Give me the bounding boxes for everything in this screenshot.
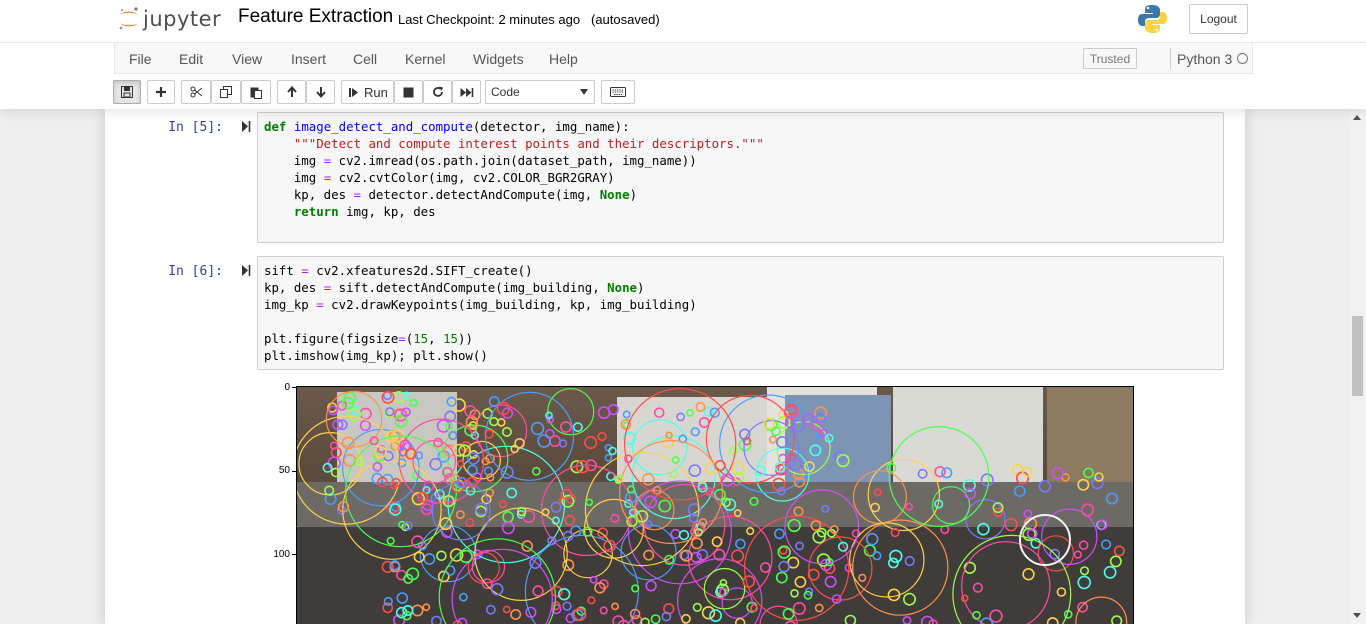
code-line: kp, des = sift.detectAndCompute(img_buil… — [264, 280, 645, 295]
menubar: File Edit View Insert Cell Kernel Widget… — [114, 43, 1253, 74]
code-line: plt.figure(figsize=(15, 15)) — [264, 331, 473, 346]
copy-icon — [220, 86, 232, 98]
menu-file[interactable]: File — [129, 51, 152, 67]
code-text: sift = cv2.xfeatures2d.SIFT_create() kp, … — [264, 262, 697, 364]
kernel-name: Python 3 — [1170, 48, 1232, 69]
notebook-container: In [5]: def image_detect_and_compute(det… — [105, 109, 1245, 624]
save-icon — [121, 86, 133, 98]
logo-text: jupyter — [143, 7, 222, 31]
move-up-button[interactable] — [277, 80, 306, 104]
run-label: Run — [364, 84, 388, 100]
plus-icon — [156, 87, 166, 97]
keypoints-image — [296, 386, 1134, 624]
restart-run-all-button[interactable] — [452, 80, 481, 104]
code-line: sift = cv2.xfeatures2d.SIFT_create() — [264, 263, 533, 278]
save-button[interactable] — [113, 80, 141, 104]
code-line: img = cv2.cvtColor(img, cv2.COLOR_BGR2GR… — [264, 170, 615, 185]
notebook-header: jupyter Feature Extraction Last Checkpoi… — [0, 0, 1366, 109]
cut-icon — [190, 86, 202, 98]
menu-edit[interactable]: Edit — [179, 51, 203, 67]
keyboard-icon — [610, 87, 626, 97]
command-palette-button[interactable] — [601, 80, 635, 104]
restart-icon — [432, 86, 443, 97]
checkpoint-status: Last Checkpoint: 2 minutes ago — [398, 12, 581, 27]
header-bar: jupyter Feature Extraction Last Checkpoi… — [0, 0, 1366, 43]
input-prompt: In [5]: — [168, 120, 223, 135]
jupyter-logo[interactable]: jupyter — [117, 5, 221, 33]
page-scrollbar[interactable] — [1349, 109, 1366, 624]
y-tick-label: 50 — [278, 465, 290, 476]
trusted-indicator[interactable]: Trusted — [1083, 48, 1137, 69]
input-prompt: In [6]: — [168, 264, 223, 279]
interrupt-button[interactable] — [394, 80, 423, 104]
code-line: """Detect and compute interest points an… — [293, 136, 764, 151]
paste-button[interactable] — [241, 80, 271, 104]
autosave-status: (autosaved) — [591, 12, 660, 27]
scroll-thumb[interactable] — [1352, 316, 1363, 396]
run-button[interactable]: Run — [341, 80, 394, 104]
menu-insert[interactable]: Insert — [291, 51, 326, 67]
stop-icon — [403, 87, 414, 97]
code-input[interactable]: sift = cv2.xfeatures2d.SIFT_create() kp, … — [257, 256, 1224, 370]
scroll-down-icon[interactable] — [1353, 613, 1361, 618]
menu-kernel[interactable]: Kernel — [405, 51, 445, 67]
y-tick-label: 100 — [273, 549, 290, 560]
python-logo-icon — [1138, 5, 1167, 33]
code-line: plt.imshow(img_kp); plt.show() — [264, 348, 488, 363]
jupyter-logo-icon — [119, 7, 138, 30]
menu-widgets[interactable]: Widgets — [473, 51, 524, 67]
notebook-name[interactable]: Feature Extraction — [238, 6, 393, 28]
cut-button[interactable] — [181, 80, 211, 104]
code-line: def image_detect_and_compute(detector, i… — [264, 119, 630, 134]
logout-button[interactable]: Logout — [1189, 4, 1248, 34]
run-cell-icon[interactable] — [242, 265, 251, 276]
fast-forward-icon — [460, 87, 473, 97]
paste-icon — [250, 87, 262, 99]
code-text: def image_detect_and_compute(detector, i… — [264, 118, 764, 220]
code-line: img_kp = cv2.drawKeypoints(img_building,… — [264, 297, 697, 312]
scroll-up-icon[interactable] — [1353, 115, 1361, 120]
kernel-idle-icon — [1237, 53, 1248, 64]
chevron-down-icon — [580, 89, 588, 95]
menu-view[interactable]: View — [232, 51, 262, 67]
y-tick-label: 0 — [284, 382, 290, 393]
code-line: kp, des = detector.detectAndCompute(img,… — [264, 187, 638, 202]
menu-cell[interactable]: Cell — [353, 51, 377, 67]
keypoints-image-canvas — [297, 387, 1133, 624]
restart-button[interactable] — [423, 80, 452, 104]
arrow-up-icon — [286, 86, 297, 97]
copy-button[interactable] — [211, 80, 241, 104]
insert-cell-button[interactable] — [147, 80, 175, 104]
cell-type-select[interactable]: Code — [485, 80, 595, 104]
move-down-button[interactable] — [306, 80, 335, 104]
menu-help[interactable]: Help — [549, 51, 578, 67]
arrow-down-icon — [315, 87, 326, 98]
code-line: img = cv2.imread(os.path.join(dataset_pa… — [264, 153, 697, 168]
code-line: return img, kp, des — [293, 204, 436, 219]
run-cell-icon[interactable] — [242, 121, 251, 132]
step-forward-icon — [349, 87, 358, 97]
cell-type-value: Code — [491, 85, 520, 99]
code-input[interactable]: def image_detect_and_compute(detector, i… — [257, 112, 1224, 243]
